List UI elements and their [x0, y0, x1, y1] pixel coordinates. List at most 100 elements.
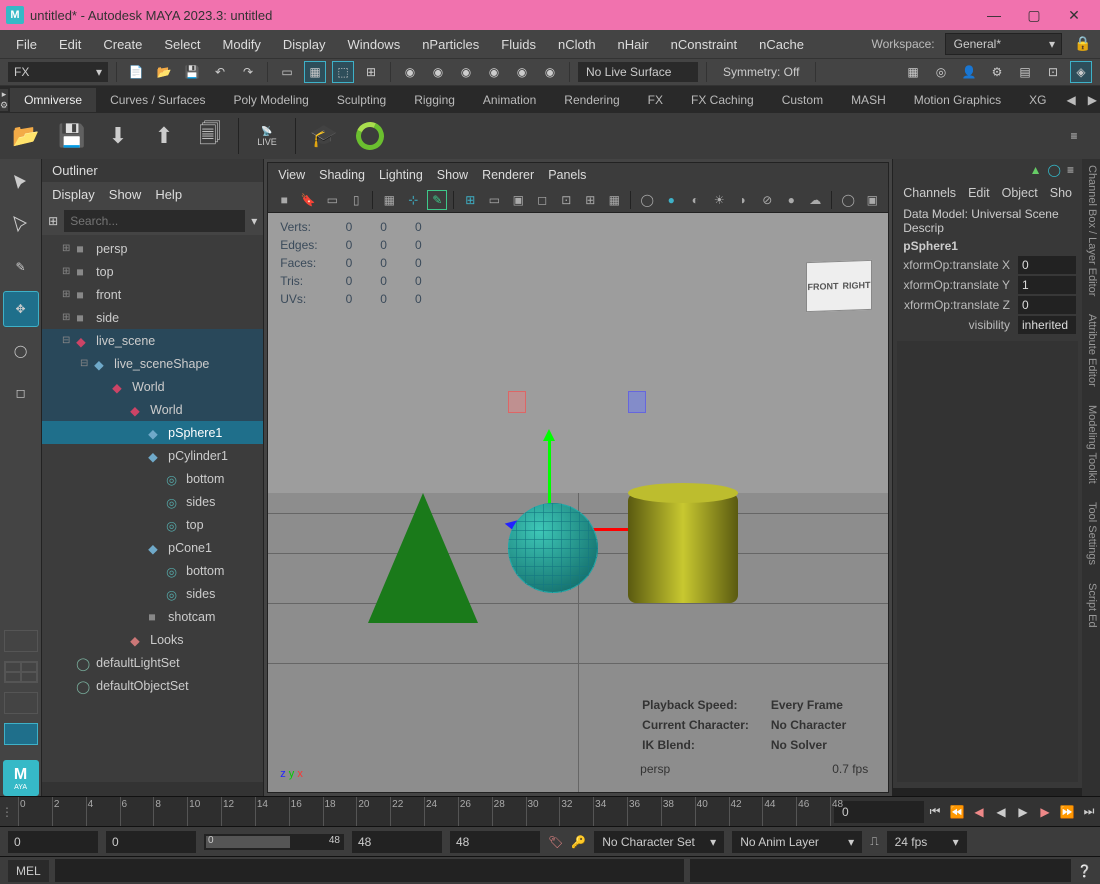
vp-image-icon[interactable]: ▭: [322, 190, 342, 210]
menu-create[interactable]: Create: [95, 33, 150, 56]
dock-tab-toolsettings[interactable]: Tool Settings: [1084, 502, 1098, 565]
ipr-render-icon[interactable]: 👤: [958, 61, 980, 83]
vp-camera-icon[interactable]: ■: [274, 190, 294, 210]
vp-resgate-icon[interactable]: ▣: [508, 190, 528, 210]
outliner-item-cyl-sides[interactable]: sides: [42, 490, 263, 513]
move-tool[interactable]: ✥: [3, 291, 39, 327]
help-icon[interactable]: ❔: [1077, 864, 1092, 878]
undo-icon[interactable]: ↶: [209, 61, 231, 83]
cb-tab-channels[interactable]: Channels: [903, 186, 956, 200]
outliner-item-persp[interactable]: ⊞persp: [42, 237, 263, 260]
vp-safe2-icon[interactable]: ⊞: [580, 190, 600, 210]
vp-safe-icon[interactable]: ⊡: [556, 190, 576, 210]
symmetry-dropdown[interactable]: Symmetry: Off: [715, 62, 807, 82]
animlayer-settings-icon[interactable]: ⎍: [870, 834, 878, 849]
step-back-key-icon[interactable]: ⏪: [946, 801, 968, 823]
cb-icon3[interactable]: ≡: [1067, 163, 1074, 177]
rotate-tool[interactable]: ◯: [3, 333, 39, 369]
menu-display[interactable]: Display: [275, 33, 334, 56]
cb-tab-show[interactable]: Sho: [1050, 186, 1072, 200]
vp-pivot-icon[interactable]: ⊹: [403, 190, 423, 210]
vp-film-icon[interactable]: ▯: [346, 190, 366, 210]
layout-four-icon[interactable]: [4, 661, 38, 683]
timeline-handle-left[interactable]: ⋮: [0, 805, 14, 819]
shelf-run-buttons[interactable]: ▸⚙: [0, 89, 8, 111]
select-object-icon[interactable]: ⬚: [332, 61, 354, 83]
omni-cap-icon[interactable]: 🎓: [306, 118, 342, 154]
dock-tab-channelbox[interactable]: Channel Box / Layer Editor: [1084, 165, 1098, 296]
lasso-tool[interactable]: [3, 207, 39, 243]
vp-isolate-icon[interactable]: ▣: [862, 190, 882, 210]
shelf-tab-rigging[interactable]: Rigging: [400, 88, 469, 112]
shelf-menu-icon[interactable]: ≡: [1056, 118, 1092, 154]
redo-icon[interactable]: ↷: [237, 61, 259, 83]
vp-overscan-icon[interactable]: ▦: [604, 190, 624, 210]
vp-menu-lighting[interactable]: Lighting: [379, 168, 423, 182]
outliner-tree[interactable]: ⊞persp ⊞top ⊞front ⊞side ⊟live_scene ⊟li…: [42, 235, 263, 782]
vp-bookmark-icon[interactable]: 🔖: [298, 190, 318, 210]
maya-home-icon[interactable]: MAYA: [3, 760, 39, 796]
menu-file[interactable]: File: [8, 33, 45, 56]
vp-grid-icon[interactable]: ▦: [379, 190, 399, 210]
layer-editor-area[interactable]: [897, 341, 1078, 782]
omni-open-icon[interactable]: 📂: [8, 118, 44, 154]
omni-copies-icon[interactable]: 🗐: [192, 118, 228, 154]
shelf-tab-curves[interactable]: Curves / Surfaces: [96, 88, 219, 112]
menu-select[interactable]: Select: [156, 33, 208, 56]
cb-icon2[interactable]: ◯: [1048, 163, 1061, 177]
snap-curve-icon[interactable]: ◉: [427, 61, 449, 83]
outliner-item-psphere1[interactable]: pSphere1: [42, 421, 263, 444]
object-cylinder[interactable]: [628, 493, 738, 603]
outliner-search-input[interactable]: [64, 210, 245, 232]
select-hierarchy-icon[interactable]: ▦: [304, 61, 326, 83]
shelf-prev-icon[interactable]: ◀: [1060, 89, 1081, 111]
snap-plane-icon[interactable]: ◉: [483, 61, 505, 83]
cmd-input[interactable]: [55, 859, 684, 882]
maximize-button[interactable]: ▢: [1014, 0, 1054, 30]
key-icon[interactable]: 🔑: [571, 835, 586, 849]
vp-gate-icon[interactable]: ◻: [532, 190, 552, 210]
shelf-tab-fxcache[interactable]: FX Caching: [677, 88, 768, 112]
menu-modify[interactable]: Modify: [215, 33, 269, 56]
vp-menu-shading[interactable]: Shading: [319, 168, 365, 182]
layout-outliner-icon[interactable]: [4, 723, 38, 745]
current-frame-field[interactable]: 0: [834, 801, 924, 823]
outliner-item-pcone1[interactable]: pCone1: [42, 536, 263, 559]
range-end-in[interactable]: [352, 831, 442, 853]
menu-fluids[interactable]: Fluids: [493, 33, 544, 56]
outliner-item-cyl-top[interactable]: top: [42, 513, 263, 536]
step-fwd-icon[interactable]: ▶: [1034, 801, 1056, 823]
omni-live-icon[interactable]: 📡LIVE: [249, 118, 285, 154]
object-cone[interactable]: [368, 493, 478, 623]
layout-two-icon[interactable]: [4, 692, 38, 714]
goto-start-icon[interactable]: ⏮: [924, 801, 946, 823]
workspace-dropdown[interactable]: General*: [945, 33, 1062, 55]
fps-dropdown[interactable]: 24 fps▾: [887, 831, 967, 853]
shelf-tab-render[interactable]: Rendering: [550, 88, 633, 112]
view-cube[interactable]: FRONTRIGHT: [806, 260, 872, 312]
vp-fog-icon[interactable]: ☁: [805, 190, 825, 210]
autokey-icon[interactable]: 🏷: [548, 835, 563, 849]
select-component-icon[interactable]: ⊞: [360, 61, 382, 83]
paint-select-tool[interactable]: ✎: [3, 249, 39, 285]
vp-menu-renderer[interactable]: Renderer: [482, 168, 534, 182]
snap-toggle-icon[interactable]: ◉: [539, 61, 561, 83]
lock-icon[interactable]: 🔒: [1074, 35, 1092, 53]
vp-grease-icon[interactable]: ✎: [427, 190, 447, 210]
vp-light-icon[interactable]: ☀: [709, 190, 729, 210]
menu-windows[interactable]: Windows: [339, 33, 408, 56]
outliner-item-defaultobjectset[interactable]: defaultObjectSet: [42, 674, 263, 697]
hypershade-icon[interactable]: ▤: [1014, 61, 1036, 83]
animlayer-dropdown[interactable]: No Anim Layer▾: [732, 831, 862, 853]
shelf-next-icon[interactable]: ▶: [1082, 89, 1100, 111]
goto-end-icon[interactable]: ⏭: [1078, 801, 1100, 823]
cb-node-name[interactable]: pSphere1: [893, 237, 1082, 255]
shelf-tab-anim[interactable]: Animation: [469, 88, 550, 112]
dock-tab-scripted[interactable]: Script Ed: [1084, 583, 1098, 628]
shelf-tab-mash[interactable]: MASH: [837, 88, 900, 112]
outliner-help-menu[interactable]: Help: [155, 187, 182, 202]
vp-gridtoggle-icon[interactable]: ⊞: [460, 190, 480, 210]
outliner-scrollbar[interactable]: [42, 782, 263, 796]
range-slider-track[interactable]: 0 48: [204, 834, 344, 850]
play-back-icon[interactable]: ◀: [990, 801, 1012, 823]
